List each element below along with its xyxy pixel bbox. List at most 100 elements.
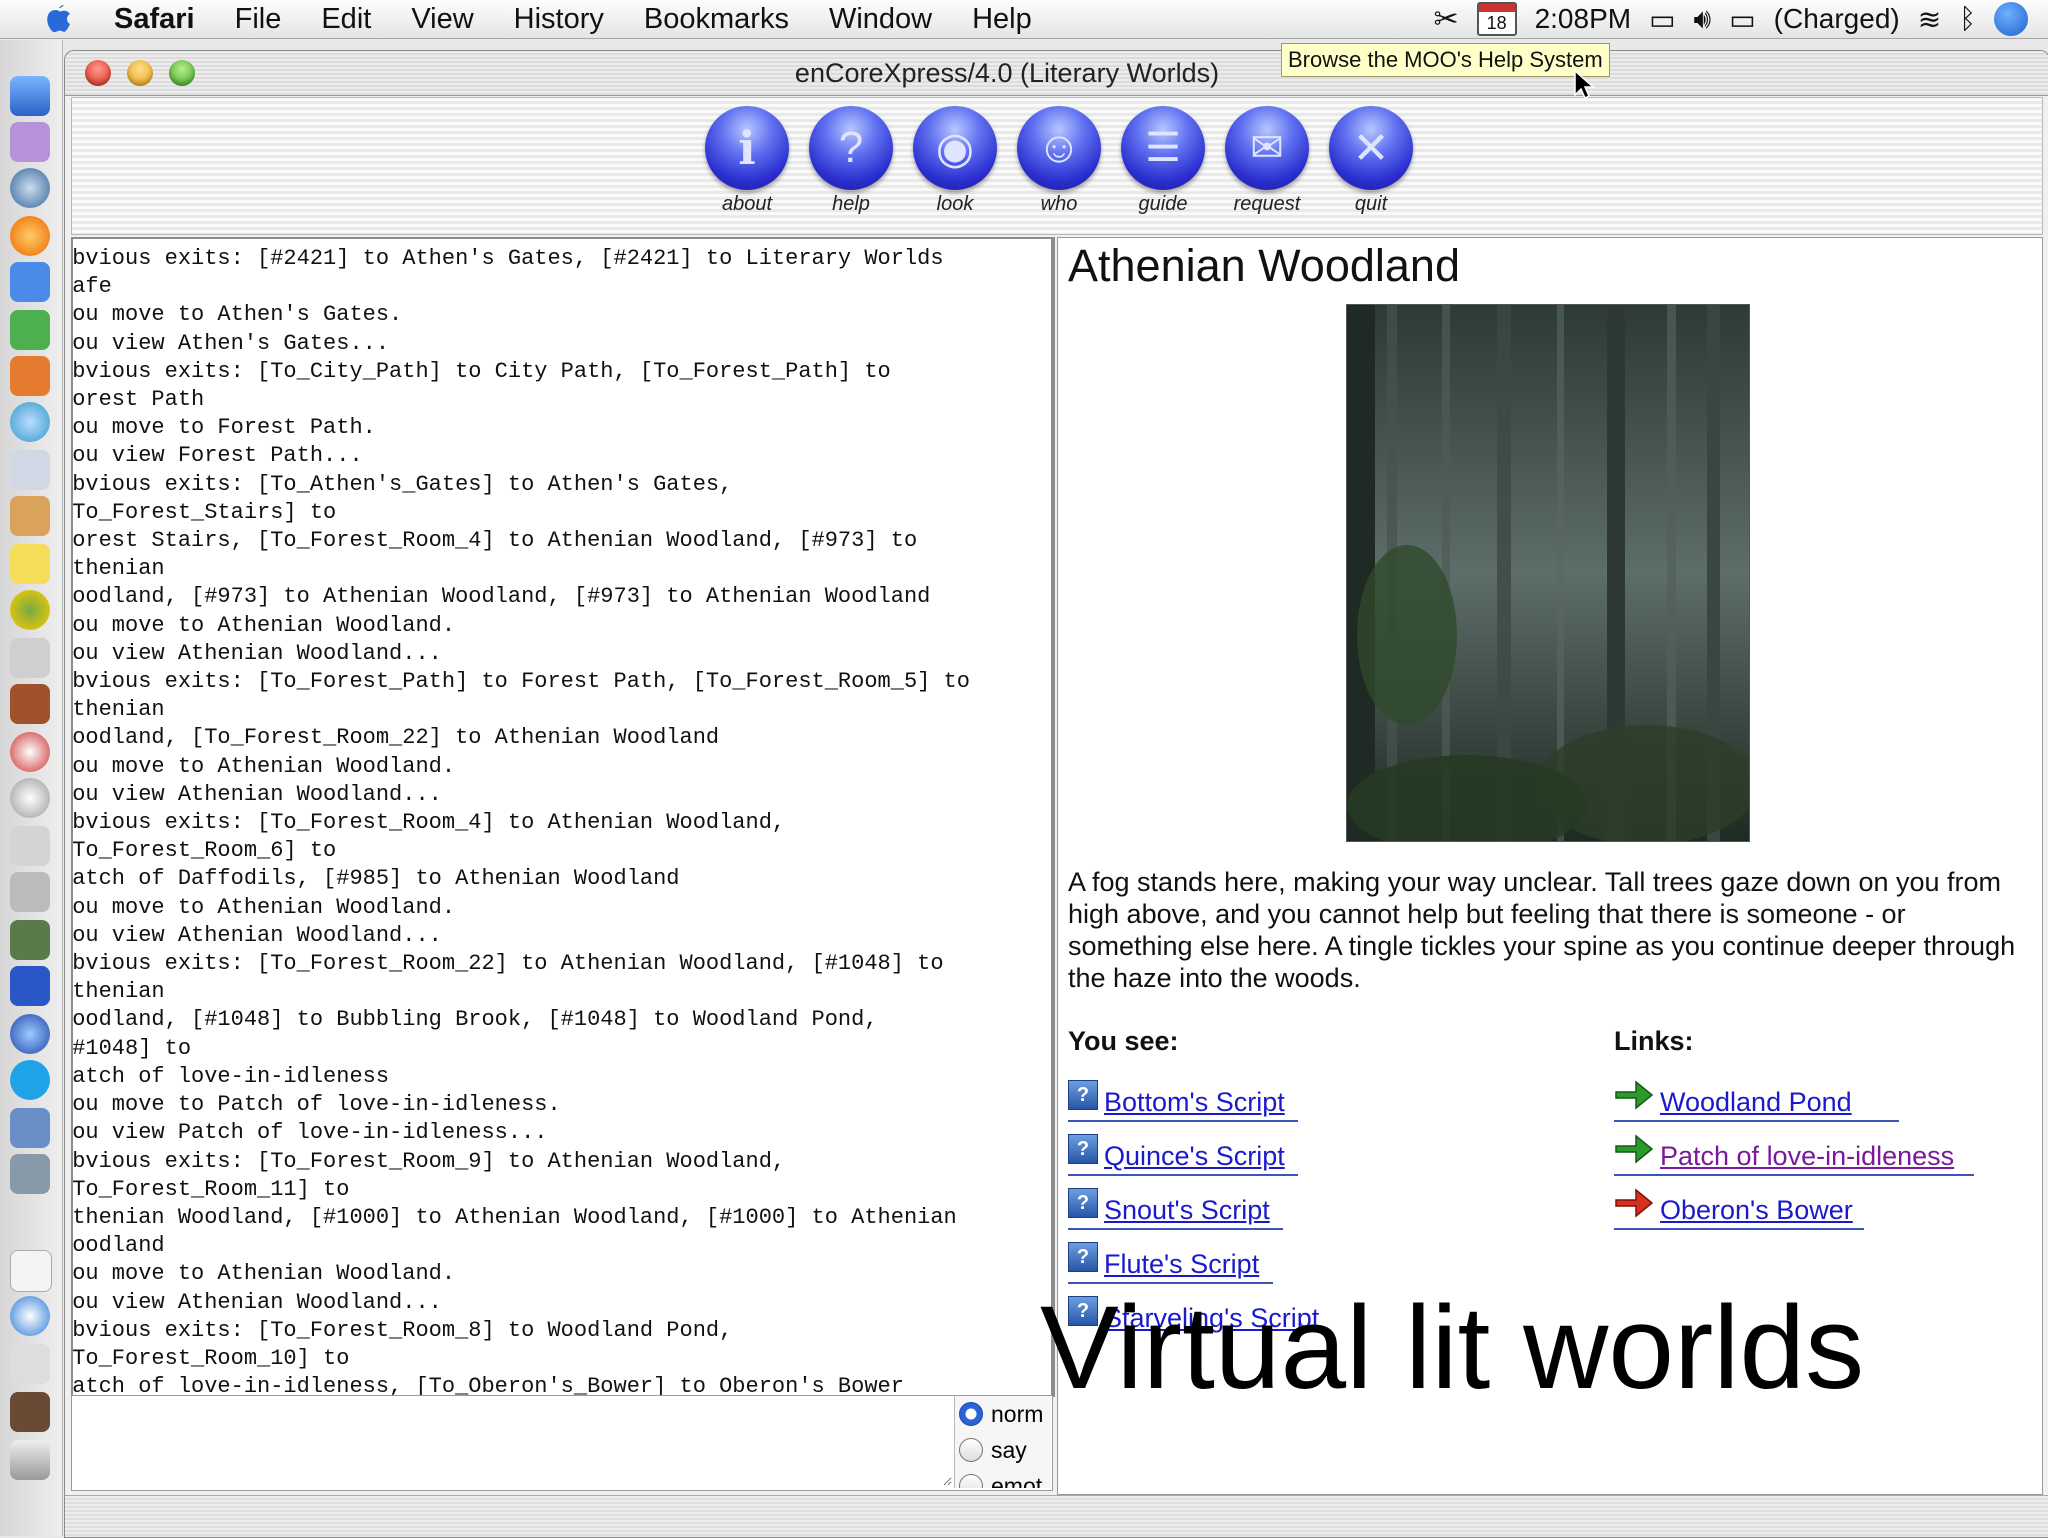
excel-icon[interactable]	[10, 310, 50, 350]
exit-link-item[interactable]: Patch of love-in-idleness	[1614, 1118, 1974, 1176]
who-button[interactable]: ☺ who	[1014, 106, 1104, 216]
radio-emote[interactable]	[959, 1474, 983, 1488]
mail-icon[interactable]	[10, 122, 50, 162]
script-menu-icon[interactable]: ✂	[1433, 2, 1458, 37]
calculator-icon[interactable]	[10, 826, 50, 866]
exit-links: Woodland Pond Patch of love-in-idleness …	[1614, 1064, 1974, 1230]
look-label: look	[936, 193, 974, 215]
sunflower-icon[interactable]	[10, 590, 50, 630]
console-line: [To_Forest_Room_11] to	[71, 1176, 350, 1202]
menu-history[interactable]: History	[494, 0, 624, 38]
object-link-bottom[interactable]: Bottom's Script	[1104, 1087, 1285, 1118]
menu-help[interactable]: Help	[952, 0, 1052, 38]
calendar-icon[interactable]: 18	[1476, 2, 1517, 36]
request-button[interactable]: ✉ request	[1222, 106, 1312, 216]
spotlight-icon[interactable]	[1994, 2, 2028, 36]
console-line: Patch of Daffodils, [#985] to Athenian W…	[71, 866, 680, 892]
accessibility-icon[interactable]	[10, 1296, 50, 1336]
display-icon[interactable]: ▭	[1649, 3, 1675, 36]
console-line: You move to Forest Path.	[71, 415, 376, 441]
tools-icon[interactable]	[10, 872, 50, 912]
console-line: You view Athenian Woodland...	[71, 922, 442, 948]
utility-icon[interactable]	[10, 638, 50, 678]
command-area: norm say emot	[71, 1395, 1053, 1491]
menu-edit[interactable]: Edit	[301, 0, 391, 38]
object-link-snout[interactable]: Snout's Script	[1104, 1195, 1270, 1226]
finder-icon[interactable]	[10, 76, 50, 116]
pen-app-icon[interactable]	[10, 1108, 50, 1148]
document-icon[interactable]	[10, 1250, 52, 1292]
console-line: You move to Athenian Woodland.	[71, 612, 456, 638]
iphoto-icon[interactable]	[10, 496, 50, 536]
exit-link-item[interactable]: Oberon's Bower	[1614, 1172, 1954, 1230]
mode-say[interactable]: say	[955, 1432, 1051, 1468]
itunes-icon[interactable]	[10, 402, 50, 442]
object-item[interactable]: ? Flute's Script	[1068, 1226, 1319, 1284]
person-icon[interactable]	[10, 1392, 50, 1432]
menu-app-name[interactable]: Safari	[84, 0, 215, 38]
object-item[interactable]: ? Bottom's Script	[1068, 1064, 1319, 1122]
help-button[interactable]: ? help	[806, 106, 896, 216]
radio-norm[interactable]	[959, 1402, 983, 1426]
menu-bookmarks[interactable]: Bookmarks	[624, 0, 809, 38]
room-image	[1346, 304, 1757, 855]
battery-status[interactable]: (Charged)	[1774, 3, 1900, 35]
object-link-flute[interactable]: Flute's Script	[1104, 1249, 1259, 1280]
green-arrow-icon	[1615, 1080, 1654, 1110]
battery-icon[interactable]: ▭	[1729, 3, 1755, 36]
guide-button[interactable]: ☰ guide	[1118, 106, 1208, 216]
console-line: Woodland, [#1048] to Bubbling Brook, [#1…	[71, 1007, 878, 1033]
radio-say[interactable]	[959, 1438, 983, 1462]
console-lines: Obvious exits: [#2421] to Athen's Gates,…	[71, 245, 1051, 1395]
red-arrow-icon	[1615, 1188, 1654, 1218]
trash-icon[interactable]	[10, 1440, 50, 1480]
network-icon[interactable]	[10, 1014, 50, 1054]
bluetooth-icon[interactable]: ᛒ	[1959, 3, 1976, 35]
look-button[interactable]: ◉ look	[910, 106, 1000, 216]
animal-app-icon[interactable]	[10, 684, 50, 724]
link-oberons-bower[interactable]: Oberon's Bower	[1660, 1195, 1853, 1226]
quit-button[interactable]: ✕ quit	[1326, 106, 1416, 216]
console-line: You view Forest Path...	[71, 443, 363, 469]
apple-menu-icon[interactable]	[34, 0, 84, 38]
console-line: Obvious exits: [To_Forest_Room_22] to At…	[71, 951, 944, 977]
mode-emote-label: emot	[991, 1472, 1043, 1489]
scissors-icon[interactable]	[10, 1344, 50, 1384]
console-log[interactable]: Obvious exits: [#2421] to Athen's Gates,…	[71, 237, 1055, 1397]
powerpoint-icon[interactable]	[10, 356, 50, 396]
preview-icon[interactable]	[10, 450, 50, 490]
system-prefs-icon[interactable]	[10, 1154, 50, 1194]
about-button[interactable]: i about	[702, 106, 792, 216]
guide-label: guide	[1138, 193, 1188, 215]
skype-icon[interactable]	[10, 1060, 50, 1100]
menu-view[interactable]: View	[391, 0, 493, 38]
clock[interactable]: 2:08PM	[1535, 3, 1632, 35]
volume-icon[interactable]: 🔊︎	[1694, 3, 1712, 36]
firefox-icon[interactable]	[10, 216, 50, 256]
exit-link-item[interactable]: Woodland Pond	[1614, 1064, 1954, 1122]
mode-emote[interactable]: emot	[955, 1468, 1051, 1488]
safari-icon[interactable]	[10, 168, 50, 208]
title-bar[interactable]: enCoreXpress/4.0 (Literary Worlds)	[65, 51, 2048, 96]
messenger-icon[interactable]	[10, 966, 50, 1006]
link-woodland-pond[interactable]: Woodland Pond	[1660, 1087, 1852, 1118]
console-line: [#1048] to	[71, 1035, 192, 1061]
mode-norm[interactable]: norm	[955, 1396, 1051, 1432]
green-arrow-icon	[1615, 1134, 1654, 1164]
menu-file[interactable]: File	[215, 0, 302, 38]
menu-window[interactable]: Window	[809, 0, 952, 38]
object-link-quince[interactable]: Quince's Script	[1104, 1141, 1285, 1172]
command-input[interactable]	[72, 1396, 952, 1486]
stickies-icon[interactable]	[10, 544, 50, 584]
clock-app-icon[interactable]	[10, 778, 50, 818]
console-line: You view Athenian Woodland...	[71, 640, 442, 666]
object-item[interactable]: ? Quince's Script	[1068, 1118, 1319, 1176]
word-icon[interactable]	[10, 262, 50, 302]
console-line: You view Patch of love-in-idleness...	[71, 1120, 548, 1146]
console-line: You move to Athen's Gates.	[71, 302, 403, 328]
wifi-icon[interactable]: ≋	[1918, 3, 1941, 36]
sync-icon[interactable]	[10, 732, 50, 772]
photo-app-icon[interactable]	[10, 920, 50, 960]
link-patch-of-love-in-idleness[interactable]: Patch of love-in-idleness	[1660, 1141, 1954, 1172]
object-item[interactable]: ? Snout's Script	[1068, 1172, 1319, 1230]
